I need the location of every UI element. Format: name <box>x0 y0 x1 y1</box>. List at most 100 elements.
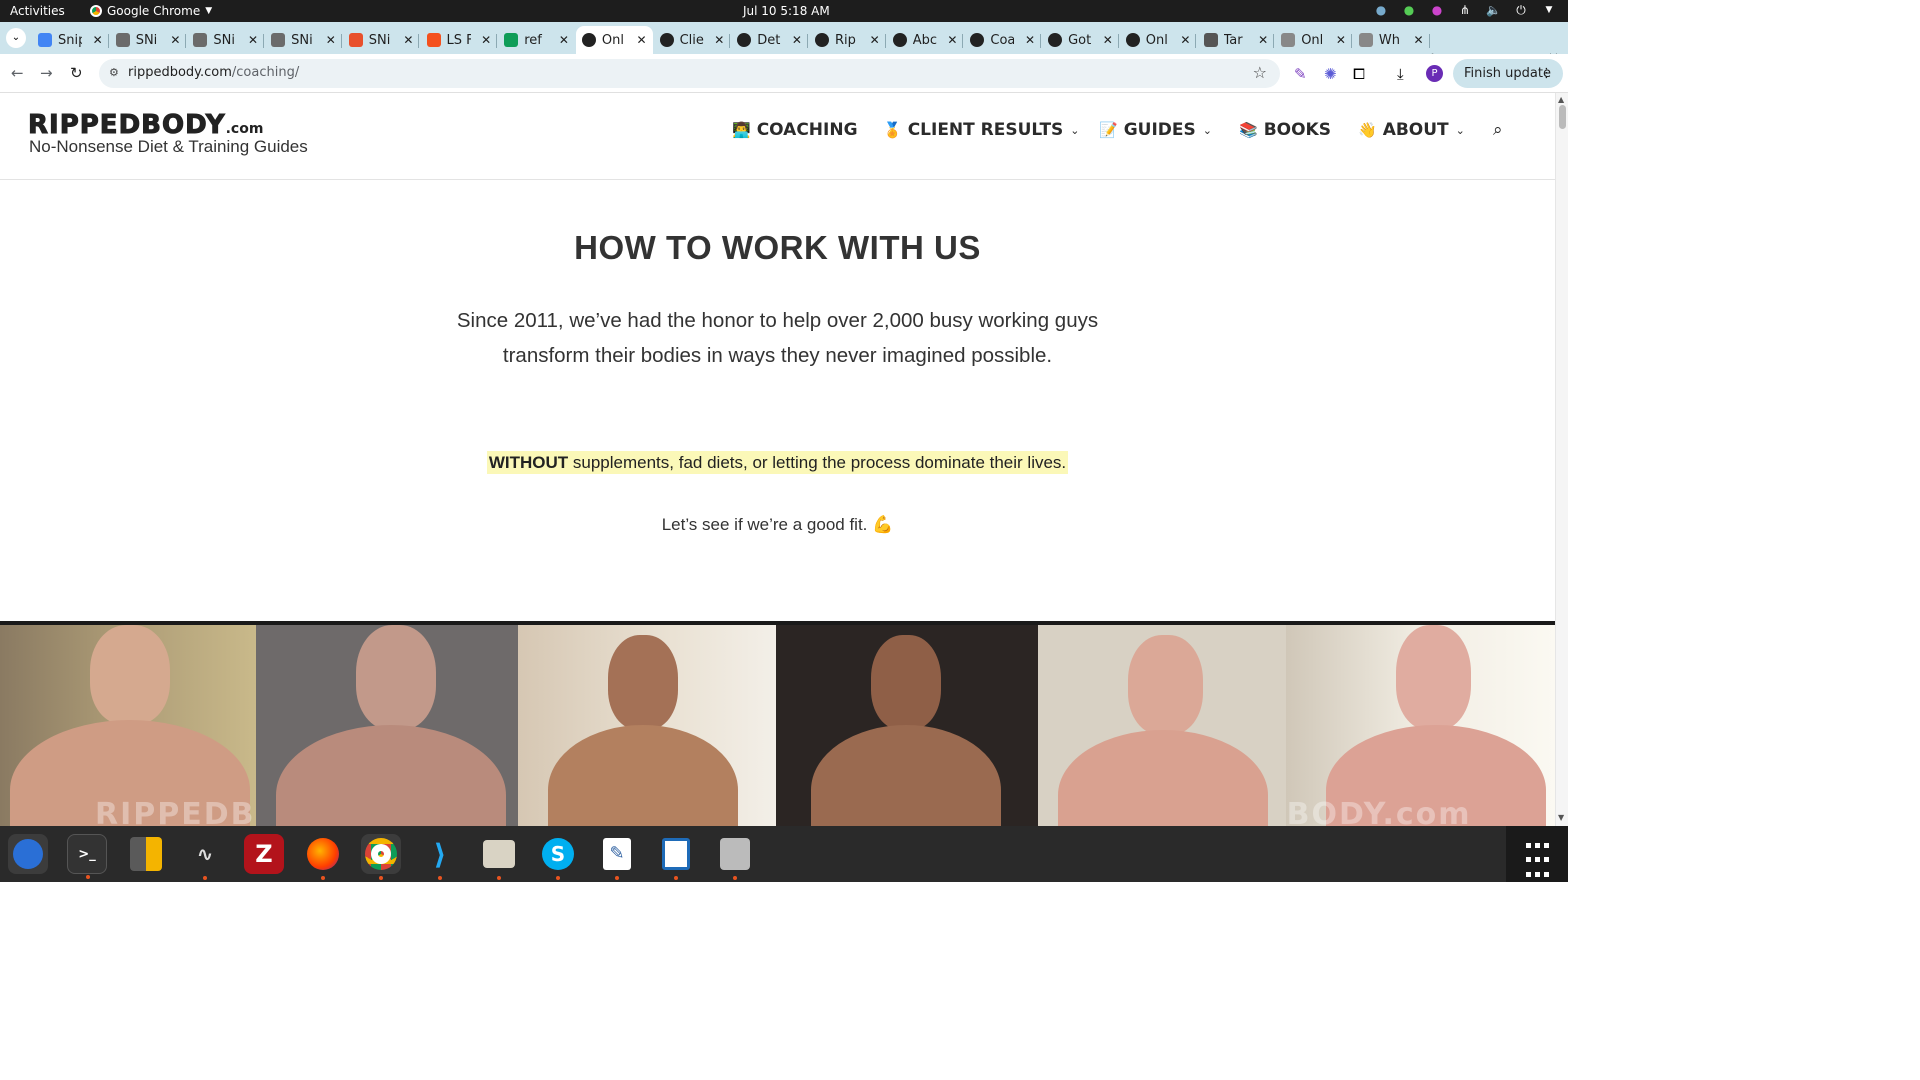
system-monitor-icon[interactable]: ∿ <box>185 834 225 880</box>
reload-button[interactable]: ↻ <box>70 64 83 82</box>
close-tab-icon[interactable]: ✕ <box>1336 33 1346 47</box>
url-text[interactable]: rippedbody.com/coaching/ <box>128 65 299 80</box>
browser-tab[interactable]: Tar ✕ <box>1198 26 1275 54</box>
site-tagline: No-Nonsense Diet & Training Guides <box>29 137 308 156</box>
close-tab-icon[interactable]: ✕ <box>559 33 569 47</box>
site-info-icon[interactable]: ⚙ <box>109 66 119 79</box>
browser-tab[interactable]: Abc ✕ <box>887 26 964 54</box>
browser-tab[interactable]: Rip ✕ <box>809 26 886 54</box>
nav-coaching[interactable]: 👨‍💻 COACHING <box>732 120 858 140</box>
client-photo-2 <box>256 625 518 826</box>
nav-client-results[interactable]: 🏅 CLIENT RESULTS ⌄ <box>883 120 1080 140</box>
browser-tab[interactable]: LS F ✕ <box>421 26 498 54</box>
browser-tab[interactable]: Onl ✕ <box>1120 26 1197 54</box>
tab-title: Coa <box>990 32 1015 48</box>
browser-tab[interactable]: Det ✕ <box>731 26 808 54</box>
tab-favicon-icon <box>348 33 363 47</box>
close-tab-icon[interactable]: ✕ <box>481 33 491 47</box>
clock[interactable]: Jul 10 5:18 AM <box>743 4 830 18</box>
pen-extension-icon[interactable]: ✎ <box>1294 65 1307 83</box>
scrollbar-thumb[interactable] <box>1559 105 1566 129</box>
browser-tab[interactable]: Got ✕ <box>1042 26 1119 54</box>
tab-search-button[interactable]: ⌄ <box>6 28 26 48</box>
tab-favicon-icon <box>115 33 130 47</box>
extensions-puzzle-icon[interactable]: ⧠ <box>1353 65 1365 83</box>
browser-tab[interactable]: Onl ✕ <box>575 26 653 54</box>
volume-icon: 🔈 <box>1486 3 1501 17</box>
browser-tab[interactable]: Onl ✕ <box>1275 26 1352 54</box>
app-menu-label: Google Chrome <box>107 4 201 18</box>
tab-title: Snip <box>58 32 82 48</box>
app-menu[interactable]: Google Chrome ▼ <box>90 4 212 18</box>
filezilla-icon[interactable]: Z <box>244 834 284 874</box>
browser-tab[interactable]: Coa ✕ <box>964 26 1042 54</box>
tab-favicon-icon <box>1125 33 1140 47</box>
browser-tab[interactable]: ref ✕ <box>498 26 575 54</box>
download-icon[interactable]: ⤓ <box>1397 65 1404 83</box>
close-tab-icon[interactable]: ✕ <box>93 33 103 47</box>
browser-tab[interactable]: Snip ✕ <box>32 26 109 54</box>
tab-title: SNi <box>368 32 391 48</box>
vscode-icon[interactable]: ⟩ <box>420 834 460 880</box>
nav-books[interactable]: 📚 BOOKS <box>1239 120 1331 140</box>
close-tab-icon[interactable]: ✕ <box>1180 33 1190 47</box>
watermark: RIPPEDBODY.com <box>95 797 256 826</box>
bookmark-star-icon[interactable]: ☆ <box>1253 63 1267 82</box>
libreoffice-writer-icon[interactable] <box>656 834 696 880</box>
activities-button[interactable]: Activities <box>10 4 65 18</box>
browser-tab[interactable]: SNi ✕ <box>110 26 187 54</box>
books-icon: 📚 <box>1239 121 1258 139</box>
scroll-down-icon[interactable]: ▼ <box>1558 813 1564 822</box>
gear-extension-icon[interactable]: ✺ <box>1324 65 1337 83</box>
skype-icon[interactable]: S <box>538 834 578 880</box>
terminal-icon[interactable]: >_ <box>67 834 107 879</box>
tab-title: ref <box>524 32 542 48</box>
scroll-up-icon[interactable]: ▲ <box>1558 95 1564 104</box>
thunderbird-icon[interactable] <box>8 834 48 874</box>
browser-tab[interactable]: Clie ✕ <box>654 26 731 54</box>
site-header: RIPPEDBODY.com No-Nonsense Diet & Traini… <box>0 93 1555 180</box>
text-editor-icon[interactable]: ✎ <box>597 834 637 880</box>
nav-about[interactable]: 👋 ABOUT ⌄ <box>1358 120 1465 140</box>
shield-icon: ● <box>1403 3 1415 17</box>
tab-title: SNi <box>135 32 158 48</box>
browser-tab[interactable]: SNi ✕ <box>343 26 420 54</box>
search-icon[interactable]: ⌕ <box>1493 120 1503 140</box>
back-button[interactable]: ← <box>11 64 24 82</box>
system-tray[interactable]: ● ● ● ⋔ 🔈 ⏻ ▼ <box>1374 3 1556 17</box>
site-logo[interactable]: RIPPEDBODY.com <box>28 110 264 141</box>
close-tab-icon[interactable]: ✕ <box>403 33 413 47</box>
tab-separator <box>107 34 109 48</box>
browser-tab[interactable]: SNi ✕ <box>265 26 342 54</box>
close-tab-icon[interactable]: ✕ <box>637 33 647 47</box>
close-tab-icon[interactable]: ✕ <box>714 33 724 47</box>
close-tab-icon[interactable]: ✕ <box>1103 33 1113 47</box>
calculator-icon[interactable] <box>126 834 166 874</box>
files-icon[interactable] <box>479 834 519 880</box>
chrome-icon[interactable] <box>361 834 401 880</box>
firefox-icon[interactable] <box>303 834 343 880</box>
finish-update-button[interactable]: Finish update ⋮ <box>1453 59 1563 88</box>
close-tab-icon[interactable]: ✕ <box>792 33 802 47</box>
close-tab-icon[interactable]: ✕ <box>1025 33 1035 47</box>
address-bar[interactable]: ⚙ rippedbody.com/coaching/ ☆ <box>99 59 1280 88</box>
forward-button[interactable]: → <box>40 64 53 82</box>
browser-tab[interactable]: SNi ✕ <box>187 26 265 54</box>
close-tab-icon[interactable]: ✕ <box>1258 33 1268 47</box>
close-tab-icon[interactable]: ✕ <box>170 33 180 47</box>
close-tab-icon[interactable]: ✕ <box>870 33 880 47</box>
tab-separator <box>1040 34 1042 48</box>
caret-down-icon: ▼ <box>205 6 213 16</box>
show-applications-button[interactable] <box>1506 826 1568 882</box>
tab-title: LS F <box>446 32 471 48</box>
browser-tab[interactable]: Wh ✕ <box>1353 26 1430 54</box>
close-tab-icon[interactable]: ✕ <box>326 33 336 47</box>
page-scrollbar[interactable]: ▲ ▼ <box>1555 93 1568 826</box>
nav-guides[interactable]: 📝 GUIDES ⌄ <box>1099 120 1212 140</box>
close-tab-icon[interactable]: ✕ <box>947 33 957 47</box>
profile-avatar[interactable]: P <box>1426 65 1443 82</box>
disks-icon[interactable] <box>715 834 755 880</box>
close-tab-icon[interactable]: ✕ <box>1414 33 1424 47</box>
close-tab-icon[interactable]: ✕ <box>248 33 258 47</box>
tab-favicon-icon <box>581 33 596 47</box>
